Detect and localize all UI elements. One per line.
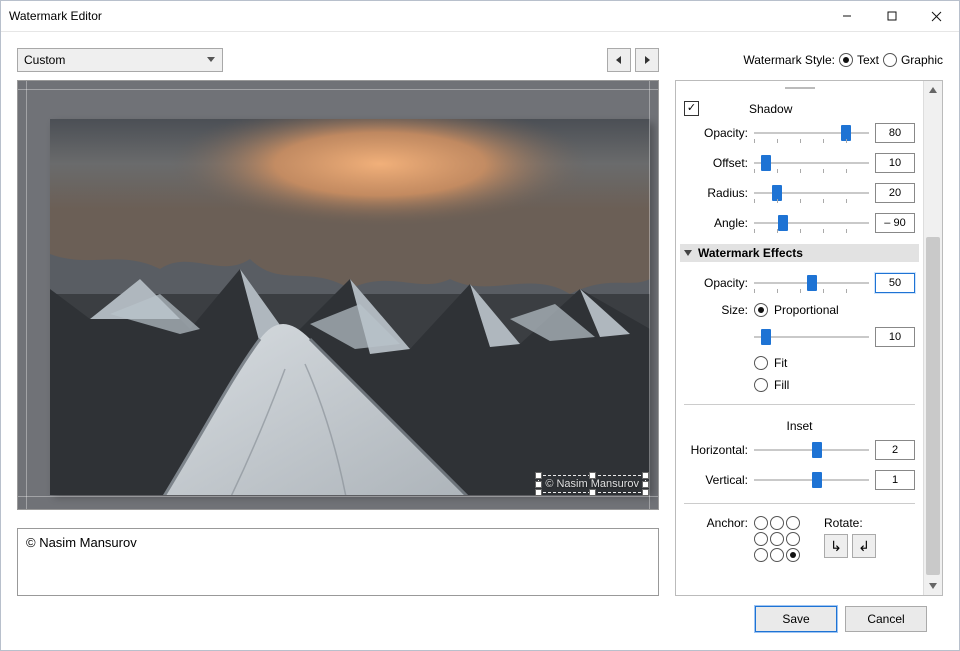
style-graphic-radio[interactable]	[883, 53, 897, 67]
size-proportional-label: Proportional	[774, 303, 839, 317]
watermark-text-input[interactable]: © Nasim Mansurov	[17, 528, 659, 596]
shadow-opacity-value[interactable]: 80	[875, 123, 915, 143]
anchor-grid[interactable]	[754, 516, 800, 562]
shadow-radius-slider[interactable]	[754, 183, 869, 203]
size-fit-label: Fit	[774, 356, 787, 370]
shadow-angle-value[interactable]: – 90	[875, 213, 915, 233]
scroll-down-button[interactable]	[924, 577, 942, 595]
effects-opacity-label: Opacity:	[684, 276, 748, 290]
style-text-label: Text	[857, 53, 879, 67]
style-text-radio[interactable]	[839, 53, 853, 67]
inset-horizontal-label: Horizontal:	[684, 443, 748, 457]
shadow-opacity-label: Opacity:	[684, 126, 748, 140]
shadow-opacity-slider[interactable]	[754, 123, 869, 143]
watermark-effects-header[interactable]: Watermark Effects	[680, 244, 919, 262]
cancel-button[interactable]: Cancel	[845, 606, 927, 632]
shadow-radius-label: Radius:	[684, 186, 748, 200]
shadow-radius-value[interactable]: 20	[875, 183, 915, 203]
size-fill-radio[interactable]	[754, 378, 768, 392]
size-value[interactable]: 10	[875, 327, 915, 347]
size-fill-label: Fill	[774, 378, 789, 392]
size-label: Size:	[684, 303, 748, 317]
inset-header: Inset	[684, 419, 915, 433]
next-preset-button[interactable]	[635, 48, 659, 72]
shadow-checkbox[interactable]	[684, 101, 699, 116]
preset-dropdown-value: Custom	[24, 53, 65, 67]
save-button[interactable]: Save	[755, 606, 837, 632]
scroll-up-button[interactable]	[924, 81, 942, 99]
watermark-text-value: © Nasim Mansurov	[26, 535, 137, 550]
inset-vertical-label: Vertical:	[684, 473, 748, 487]
inset-vertical-slider[interactable]	[754, 470, 869, 490]
rotate-right-button[interactable]: ↲	[852, 534, 876, 558]
inset-horizontal-slider[interactable]	[754, 440, 869, 460]
panel-scrollbar[interactable]	[923, 81, 942, 595]
shadow-header: Shadow	[749, 102, 792, 116]
rotate-left-button[interactable]: ↳	[824, 534, 848, 558]
size-slider[interactable]	[754, 327, 869, 347]
style-graphic-label: Graphic	[901, 53, 943, 67]
scroll-thumb[interactable]	[926, 237, 940, 575]
watermark-editor-window: Watermark Editor Custom	[0, 0, 960, 651]
anchor-label: Anchor:	[684, 516, 748, 530]
inset-vertical-value[interactable]: 1	[875, 470, 915, 490]
prev-preset-button[interactable]	[607, 48, 631, 72]
watermark-overlay-selection[interactable]: © Nasim Mansurov	[538, 475, 646, 493]
preview-canvas[interactable]: © Nasim Mansurov	[17, 80, 659, 510]
titlebar: Watermark Editor	[1, 1, 959, 32]
settings-panel: Shadow Opacity: 80 Offset: 10	[675, 80, 943, 596]
rotate-label: Rotate:	[824, 516, 863, 530]
shadow-offset-slider[interactable]	[754, 153, 869, 173]
shadow-offset-label: Offset:	[684, 156, 748, 170]
size-fit-radio[interactable]	[754, 356, 768, 370]
watermark-style-label: Watermark Style:	[743, 53, 835, 67]
minimize-button[interactable]	[824, 1, 869, 31]
effects-opacity-value[interactable]: 50	[875, 273, 915, 293]
disclosure-triangle-icon	[684, 250, 692, 256]
shadow-angle-slider[interactable]	[754, 213, 869, 233]
shadow-angle-label: Angle:	[684, 216, 748, 230]
preset-dropdown[interactable]: Custom	[17, 48, 223, 72]
window-title: Watermark Editor	[9, 9, 824, 23]
maximize-button[interactable]	[869, 1, 914, 31]
dialog-footer: Save Cancel	[17, 596, 943, 642]
effects-opacity-slider[interactable]	[754, 273, 869, 293]
shadow-offset-value[interactable]: 10	[875, 153, 915, 173]
preview-image	[50, 119, 650, 495]
close-button[interactable]	[914, 1, 959, 31]
size-proportional-radio[interactable]	[754, 303, 768, 317]
inset-horizontal-value[interactable]: 2	[875, 440, 915, 460]
